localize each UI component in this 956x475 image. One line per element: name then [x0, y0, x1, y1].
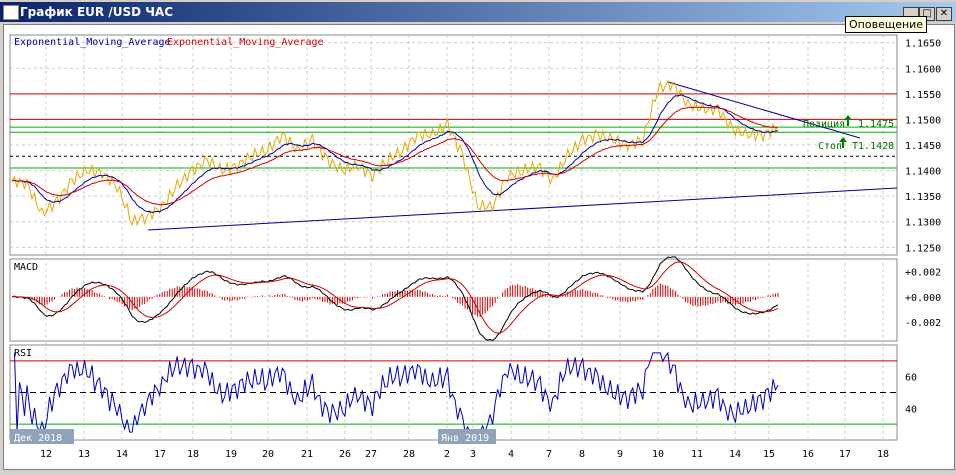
date-tick: 2 — [444, 449, 450, 460]
stop-price: T1.1428 — [852, 141, 894, 152]
macd-tick: +0.002 — [905, 268, 941, 279]
macd-pane[interactable] — [9, 258, 898, 342]
rsi-label: RSI — [14, 348, 32, 359]
macd-tick: -0.002 — [905, 318, 941, 329]
date-tick: 10 — [652, 449, 664, 460]
date-tick: 17 — [839, 449, 851, 460]
date-tick: 17 — [154, 449, 166, 460]
stop-label[interactable]: Стоп — [818, 141, 842, 152]
price-tick: 1.1350 — [905, 192, 941, 203]
macd-tick: +0.000 — [905, 293, 941, 304]
price-tick: 1.1500 — [905, 115, 941, 126]
chart-canvas[interactable]: 1.1650 1.1600 1.1550 1.1500 1.1450 1.1400 1.13… — [0, 0, 956, 475]
date-tick: 9 — [617, 449, 623, 460]
price-tick: 1.1400 — [905, 167, 941, 178]
legend-ema-fast: Exponential_Moving_Average — [14, 37, 171, 48]
price-tick: 1.1250 — [905, 243, 941, 254]
macd-label: MACD — [14, 262, 38, 273]
price-tick: 1.1300 — [905, 218, 941, 229]
date-tick: 27 — [365, 449, 377, 460]
rsi-tick: 40 — [905, 404, 917, 415]
date-tick: 28 — [403, 449, 415, 460]
price-tick: 1.1600 — [905, 64, 941, 75]
date-tick: 16 — [802, 449, 814, 460]
date-tag-dec-text: Дек 2018 — [14, 433, 62, 444]
date-tick: 8 — [579, 449, 585, 460]
date-tick: 20 — [262, 449, 274, 460]
date-tag-jan-text: Янв 2019 — [441, 433, 489, 444]
date-tick: 15 — [763, 449, 775, 460]
legend-ema-slow: Exponential_Moving_Average — [167, 37, 324, 48]
date-tick: 18 — [877, 449, 889, 460]
date-tick: 12 — [40, 449, 52, 460]
position-label[interactable]: Позиция — [803, 119, 845, 130]
price-tick: 1.1450 — [905, 141, 941, 152]
date-tick: 14 — [729, 449, 741, 460]
date-tick: 26 — [339, 449, 351, 460]
date-tick: 18 — [187, 449, 199, 460]
alert-tooltip: Оповещение — [845, 16, 928, 33]
date-tick: 21 — [301, 449, 313, 460]
date-tick: 14 — [116, 449, 128, 460]
date-tick: 13 — [78, 449, 90, 460]
price-tick: 1.1650 — [905, 39, 941, 50]
rsi-tick: 60 — [905, 373, 917, 384]
date-tick: 7 — [546, 449, 552, 460]
date-tick: 4 — [508, 449, 514, 460]
price-tick: 1.1550 — [905, 90, 941, 101]
date-tick: 3 — [470, 449, 476, 460]
position-price: 1.1475 — [858, 119, 894, 130]
date-tick: 11 — [691, 449, 703, 460]
date-tick: 19 — [225, 449, 237, 460]
